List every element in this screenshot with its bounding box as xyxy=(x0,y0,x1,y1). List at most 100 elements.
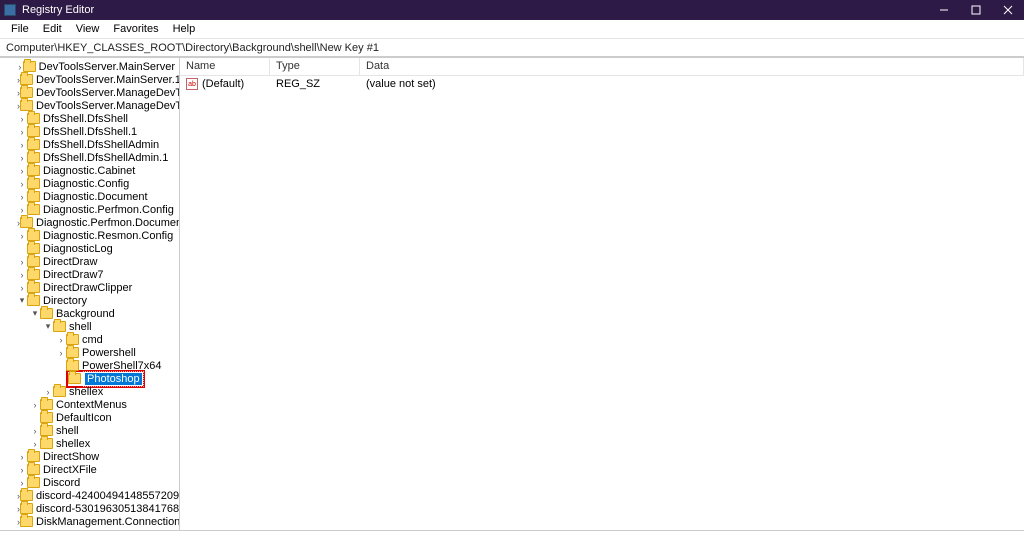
chevron-right-icon[interactable]: › xyxy=(17,270,27,280)
menu-file[interactable]: File xyxy=(4,21,36,37)
tree-row[interactable]: DiagnosticLog xyxy=(0,242,179,255)
col-header-data[interactable]: Data xyxy=(360,58,1024,75)
statusbar xyxy=(0,530,1024,536)
tree-row[interactable]: › Diagnostic.Resmon.Config xyxy=(0,229,179,242)
menu-favorites[interactable]: Favorites xyxy=(106,21,165,37)
address-bar[interactable]: Computer\HKEY_CLASSES_ROOT\Directory\Bac… xyxy=(0,39,1024,57)
tree-row[interactable]: ▾Directory xyxy=(0,294,179,307)
folder-icon xyxy=(20,87,33,98)
tree-row[interactable]: ›DirectShow xyxy=(0,450,179,463)
chevron-right-icon[interactable]: › xyxy=(56,348,66,358)
chevron-right-icon[interactable]: › xyxy=(17,62,23,72)
folder-icon xyxy=(40,425,53,436)
tree-row[interactable]: › DirectDrawClipper xyxy=(0,281,179,294)
folder-icon xyxy=(27,204,40,215)
tree-row[interactable]: ›Diagnostic.Cabinet xyxy=(0,164,179,177)
tree-label: DevToolsServer.ManageDevTools. xyxy=(36,100,180,112)
chevron-right-icon[interactable]: › xyxy=(17,153,27,163)
folder-icon xyxy=(20,100,33,111)
folder-icon xyxy=(20,74,33,85)
close-button[interactable] xyxy=(992,0,1024,20)
col-header-type[interactable]: Type xyxy=(270,58,360,75)
tree-row[interactable]: Photoshop xyxy=(0,372,179,385)
tree-row[interactable]: ›Diagnostic.Document xyxy=(0,190,179,203)
tree-row[interactable]: ›DfsShell.DfsShellAdmin xyxy=(0,138,179,151)
tree-row[interactable]: › Diagnostic.Config xyxy=(0,177,179,190)
tree-row[interactable]: ›shell xyxy=(0,424,179,437)
chevron-right-icon[interactable]: › xyxy=(17,478,27,488)
tree-row[interactable]: ›DirectDraw7 xyxy=(0,268,179,281)
chevron-right-icon[interactable]: › xyxy=(17,452,27,462)
folder-icon xyxy=(27,451,40,462)
tree-row[interactable]: ›DirectXFile xyxy=(0,463,179,476)
tree-row[interactable]: ›shellex xyxy=(0,385,179,398)
tree-label: discord-424004941485572097 xyxy=(36,490,180,502)
tree-row[interactable]: ▾ shell xyxy=(0,320,179,333)
tree-row[interactable]: ›ContextMenus xyxy=(0,398,179,411)
folder-icon xyxy=(40,399,53,410)
folder-icon xyxy=(66,334,79,345)
menu-edit[interactable]: Edit xyxy=(36,21,69,37)
chevron-right-icon[interactable]: › xyxy=(17,179,27,189)
tree-label: Diagnostic.Perfmon.Document xyxy=(36,217,180,229)
folder-icon xyxy=(27,165,40,176)
folder-icon xyxy=(53,321,66,332)
chevron-right-icon[interactable]: › xyxy=(17,114,27,124)
tree-label: shell xyxy=(69,321,92,333)
folder-icon xyxy=(27,191,40,202)
tree-row[interactable]: ▾Background xyxy=(0,307,179,320)
chevron-right-icon[interactable]: › xyxy=(17,140,27,150)
tree-row[interactable]: ›DfsShell.DfsShell.1 xyxy=(0,125,179,138)
chevron-right-icon[interactable]: › xyxy=(30,439,40,449)
folder-icon xyxy=(27,295,40,306)
tree-label: shellex xyxy=(56,438,90,450)
chevron-right-icon[interactable]: › xyxy=(17,283,27,293)
tree-row[interactable]: ›DirectDraw xyxy=(0,255,179,268)
menu-view[interactable]: View xyxy=(69,21,107,37)
chevron-right-icon[interactable]: › xyxy=(17,192,27,202)
tree-row[interactable]: ›DiskManagement.Connection xyxy=(0,515,179,528)
tree-row[interactable]: DefaultIcon xyxy=(0,411,179,424)
tree-label: Diagnostic.Resmon.Config xyxy=(43,230,173,242)
chevron-right-icon[interactable]: › xyxy=(17,465,27,475)
maximize-button[interactable] xyxy=(960,0,992,20)
tree-row[interactable]: › DfsShell.DfsShell xyxy=(0,112,179,125)
chevron-right-icon[interactable]: › xyxy=(17,127,27,137)
tree-row[interactable]: ›DfsShell.DfsShellAdmin.1 xyxy=(0,151,179,164)
tree-row[interactable]: ›Diagnostic.Perfmon.Document xyxy=(0,216,179,229)
value-data: (value not set) xyxy=(360,78,1024,90)
tree-row[interactable]: › shellex xyxy=(0,437,179,450)
minimize-button[interactable] xyxy=(928,0,960,20)
window-title: Registry Editor xyxy=(22,4,94,16)
chevron-down-icon[interactable]: ▾ xyxy=(30,308,40,319)
list-row[interactable]: ab(Default)REG_SZ(value not set) xyxy=(180,76,1024,92)
chevron-down-icon[interactable]: ▾ xyxy=(17,295,27,306)
chevron-right-icon[interactable]: › xyxy=(30,426,40,436)
tree-label: Diagnostic.Config xyxy=(43,178,129,190)
tree-label: DfsShell.DfsShell xyxy=(43,113,128,125)
chevron-right-icon[interactable]: › xyxy=(17,205,27,215)
chevron-right-icon[interactable]: › xyxy=(17,166,27,176)
col-header-name[interactable]: Name xyxy=(180,58,270,75)
tree-row[interactable]: ›Powershell xyxy=(0,346,179,359)
menu-help[interactable]: Help xyxy=(166,21,203,37)
chevron-down-icon[interactable]: ▾ xyxy=(43,321,53,332)
tree-pane[interactable]: ›DevToolsServer.MainServer›DevToolsServe… xyxy=(0,58,180,530)
chevron-right-icon[interactable]: › xyxy=(17,257,27,267)
folder-icon xyxy=(27,477,40,488)
titlebar: Registry Editor xyxy=(0,0,1024,20)
folder-icon xyxy=(27,243,40,254)
chevron-right-icon[interactable]: › xyxy=(56,335,66,345)
value-name: (Default) xyxy=(202,78,244,90)
value-type: REG_SZ xyxy=(270,78,360,90)
rename-input[interactable]: Photoshop xyxy=(84,372,143,386)
tree-row[interactable]: ›cmd xyxy=(0,333,179,346)
chevron-right-icon[interactable]: › xyxy=(17,231,27,241)
chevron-right-icon[interactable]: › xyxy=(30,400,40,410)
tree-row[interactable]: ›DevToolsServer.ManageDevTools. xyxy=(0,99,179,112)
tree-label: DevToolsServer.ManageDevTools xyxy=(36,87,180,99)
tree-label: DirectDrawClipper xyxy=(43,282,132,294)
folder-icon xyxy=(20,490,33,501)
chevron-right-icon[interactable]: › xyxy=(43,387,53,397)
list-pane: Name Type Data ab(Default)REG_SZ(value n… xyxy=(180,58,1024,530)
